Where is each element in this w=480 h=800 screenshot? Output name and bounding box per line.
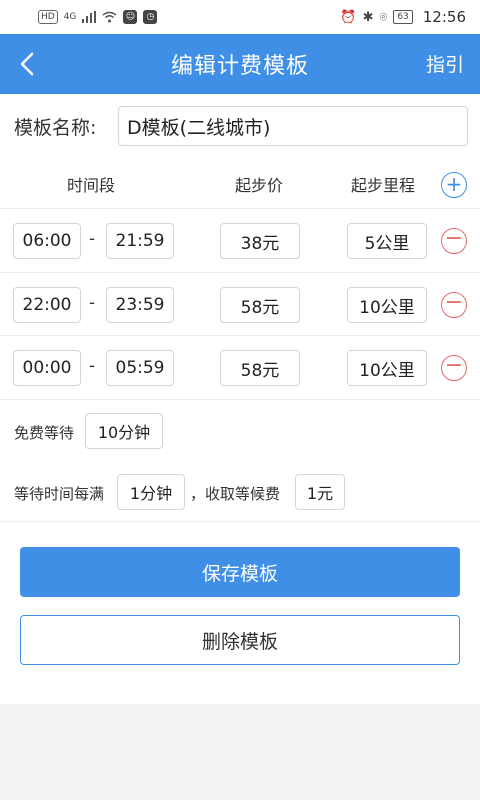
hd-badge: HD: [38, 10, 58, 24]
header-period: 时间段: [67, 176, 116, 195]
rule-start-distance[interactable]: 5公里: [347, 223, 427, 259]
guide-button[interactable]: 指引: [426, 50, 464, 77]
remove-rule-icon[interactable]: −: [441, 228, 467, 254]
wait-interval-input[interactable]: 1分钟: [117, 474, 185, 510]
header-start-price: 起步价: [235, 176, 284, 195]
time-separator: -: [89, 229, 96, 249]
time-separator: -: [89, 356, 96, 376]
time-separator: -: [89, 293, 96, 313]
rule-start-price[interactable]: 58元: [220, 350, 300, 386]
add-rule-icon[interactable]: +: [441, 172, 467, 198]
rule-start-time[interactable]: 00:00: [13, 350, 81, 386]
wait-interval-label: 等待时间每满: [14, 485, 105, 503]
app-bar: 编辑计费模板 指引: [0, 34, 480, 94]
wait-fee-row: 等待时间每满 1分钟 ，收取等候费 1元: [0, 461, 480, 523]
save-template-button[interactable]: 保存模板: [20, 547, 460, 597]
delete-template-button[interactable]: 删除模板: [20, 615, 460, 665]
template-name-row: 模板名称: D模板(二线城市): [14, 106, 468, 146]
divider: [0, 521, 480, 522]
header-start-distance: 起步里程: [351, 176, 416, 195]
page-title: 编辑计费模板: [170, 54, 309, 79]
rule-start-distance[interactable]: 10公里: [347, 350, 427, 386]
location-icon: ⌾: [379, 9, 388, 25]
template-name-label: 模板名称:: [14, 116, 97, 139]
bluetooth-icon: ✱: [362, 9, 374, 25]
template-name-input[interactable]: D模板(二线城市): [118, 106, 468, 146]
rule-end-time[interactable]: 23:59: [106, 287, 174, 323]
remove-rule-icon[interactable]: −: [441, 355, 467, 381]
wait-fee-input[interactable]: 1元: [295, 474, 345, 510]
rule-row: 22:00 - 23:59 58元 10公里 −: [0, 272, 480, 336]
status-right: ⏰ ✱ ⌾ 63 12:56: [340, 8, 466, 26]
free-wait-input[interactable]: 10分钟: [85, 413, 163, 449]
rules-header: 时间段 起步价 起步里程 +: [0, 172, 480, 198]
clock: 12:56: [422, 8, 466, 26]
wait-fee-label: ，收取等候费: [190, 485, 281, 503]
rule-row: 06:00 - 21:59 38元 5公里 −: [0, 208, 480, 272]
rule-start-price[interactable]: 38元: [220, 223, 300, 259]
remove-rule-icon[interactable]: −: [441, 292, 467, 318]
status-bar: HD 4G ☺ ◷ ⏰ ✱ ⌾ 63 12:56: [0, 0, 480, 34]
wifi-icon: [102, 11, 117, 23]
alarm-icon: ⏰: [340, 9, 357, 25]
network-type-label: 4G: [63, 12, 77, 22]
rule-end-time[interactable]: 21:59: [106, 223, 174, 259]
notification-icon: ◷: [143, 10, 158, 24]
rule-start-price[interactable]: 58元: [220, 287, 300, 323]
rule-end-time[interactable]: 05:59: [106, 350, 174, 386]
status-left: HD 4G ☺ ◷: [38, 10, 158, 24]
rule-start-distance[interactable]: 10公里: [347, 287, 427, 323]
rule-start-time[interactable]: 22:00: [13, 287, 81, 323]
back-arrow-icon[interactable]: [14, 50, 42, 78]
rule-start-time[interactable]: 06:00: [13, 223, 81, 259]
app-icon: ☺: [123, 10, 138, 24]
free-wait-label: 免费等待: [14, 424, 75, 442]
rule-row: 00:00 - 05:59 58元 10公里 −: [0, 335, 480, 399]
signal-icon: [82, 11, 97, 23]
template-form: 模板名称: D模板(二线城市) 时间段 起步价 起步里程 + 06:00 - 2…: [0, 94, 480, 704]
free-wait-row: 免费等待 10分钟: [0, 399, 480, 461]
battery-level: 63: [393, 10, 413, 24]
